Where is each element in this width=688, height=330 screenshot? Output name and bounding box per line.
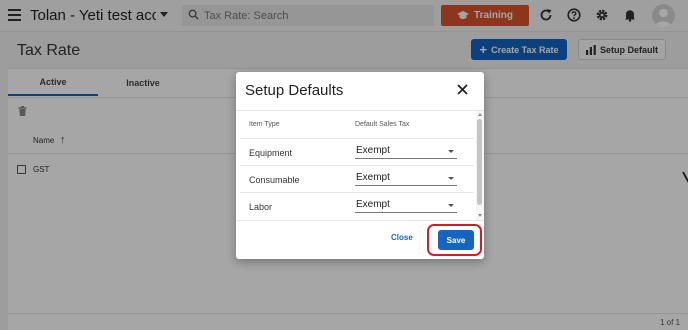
column-header-default-sales-tax: Default Sales Tax: [355, 121, 410, 128]
consumable-tax-value: Exempt: [356, 172, 390, 183]
equipment-tax-select[interactable]: Exempt: [355, 145, 457, 159]
dropdown-caret-icon: [448, 177, 454, 180]
item-type-equipment: Equipment: [249, 148, 293, 158]
dropdown-caret-icon: [448, 150, 454, 153]
close-icon[interactable]: [457, 84, 468, 95]
close-button[interactable]: Close: [391, 233, 413, 242]
dialog-footer-divider: [236, 220, 484, 221]
setup-defaults-dialog: Setup Defaults Item Type Default Sales T…: [236, 72, 484, 259]
save-button[interactable]: Save: [438, 230, 474, 250]
labor-tax-select[interactable]: Exempt: [355, 199, 457, 213]
item-type-consumable: Consumable: [249, 175, 300, 185]
row-divider: [240, 138, 474, 139]
dialog-title: Setup Defaults: [245, 82, 344, 99]
item-type-labor: Labor: [249, 202, 273, 212]
row-divider: [240, 192, 474, 193]
dropdown-caret-icon: [448, 204, 454, 207]
column-header-item-type: Item Type: [249, 121, 280, 128]
consumable-tax-select[interactable]: Exempt: [355, 172, 457, 186]
scrollbar-thumb[interactable]: [477, 119, 482, 205]
equipment-tax-value: Exempt: [356, 145, 390, 156]
row-divider: [240, 165, 474, 166]
dialog-scrollbar[interactable]: [476, 111, 484, 220]
scroll-down-icon[interactable]: [478, 214, 482, 217]
scroll-up-icon[interactable]: [478, 113, 482, 116]
defaults-table: Item Type Default Sales Tax Equipment Ex…: [236, 111, 476, 220]
labor-tax-value: Exempt: [356, 199, 390, 210]
